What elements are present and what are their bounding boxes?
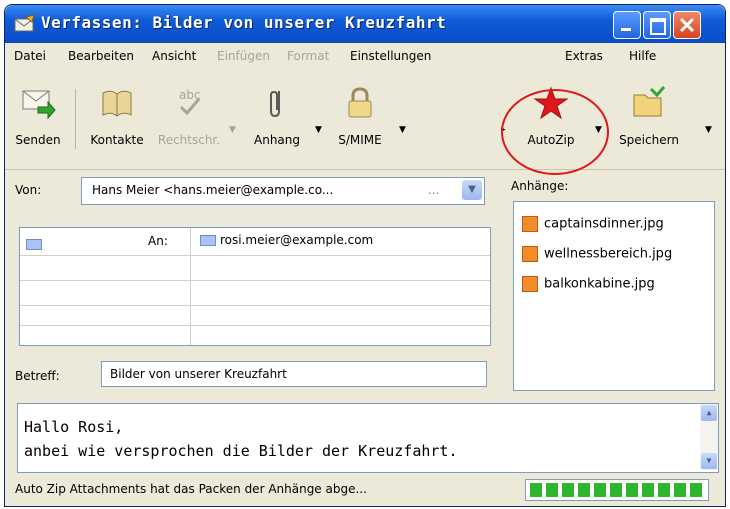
maximize-button[interactable] xyxy=(643,11,671,39)
compose-window: Verfassen: Bilder von unserer Kreuzfahrt… xyxy=(4,4,726,507)
save-dropdown-icon[interactable]: ▼ xyxy=(705,125,712,135)
menu-hilfe[interactable]: Hilfe xyxy=(629,49,656,63)
status-text: Auto Zip Attachments hat das Packen der … xyxy=(15,482,367,496)
contacts-book-icon xyxy=(102,90,132,117)
from-label: Von: xyxy=(15,183,42,197)
progress-segment xyxy=(626,483,638,497)
progress-segment xyxy=(610,483,622,497)
from-value: Hans Meier <hans.meier@example.co... xyxy=(92,183,334,197)
attachments-label: Anhänge: xyxy=(511,179,569,193)
body-scrollbar[interactable]: ▲ ▼ xyxy=(700,404,718,470)
attachment-item[interactable]: balkonkabine.jpg xyxy=(522,276,655,292)
attach-label: Anhang xyxy=(254,133,300,147)
spellcheck-button: abc Rechtschr. xyxy=(153,79,225,161)
image-file-icon xyxy=(522,216,538,232)
progress-segment xyxy=(674,483,686,497)
menu-ansicht[interactable]: Ansicht xyxy=(152,49,196,63)
menu-einfuegen: Einfügen xyxy=(217,49,270,63)
to-label: An: xyxy=(148,234,168,248)
menu-datei[interactable]: Datei xyxy=(14,49,46,63)
address-type-icon xyxy=(26,239,42,250)
paperclip-icon xyxy=(270,90,280,118)
save-folder-icon xyxy=(633,86,666,117)
subject-label: Betreff: xyxy=(15,369,60,383)
contacts-label: Kontakte xyxy=(90,133,144,147)
save-label: Speichern xyxy=(619,133,679,147)
from-dropdown-icon[interactable]: ▼ xyxy=(462,180,482,200)
progress-segment xyxy=(562,483,574,497)
progress-segment xyxy=(530,483,542,497)
compose-mail-icon xyxy=(14,15,35,32)
menu-bar: Datei Bearbeiten Ansicht Einfügen Format… xyxy=(5,43,725,69)
close-icon xyxy=(679,17,695,33)
scroll-down-icon[interactable]: ▼ xyxy=(701,453,717,469)
from-more: ... xyxy=(428,183,440,197)
autozip-highlight-ring xyxy=(501,89,609,175)
menu-bearbeiten[interactable]: Bearbeiten xyxy=(68,49,134,63)
minimize-button[interactable] xyxy=(613,11,641,39)
toolbar: Senden Kontakte abc Rechtschr. ▼ Anhang … xyxy=(5,69,725,170)
image-file-icon xyxy=(522,276,538,292)
send-label: Senden xyxy=(15,133,61,147)
smime-label: S/MIME xyxy=(338,133,382,147)
body-line-2: anbei wie versprochen die Bilder der Kre… xyxy=(24,442,458,460)
send-button[interactable]: Senden xyxy=(7,79,69,161)
attach-button[interactable]: Anhang xyxy=(241,79,313,161)
message-body[interactable]: Hallo Rosi, anbei wie versprochen die Bi… xyxy=(17,403,719,473)
image-file-icon xyxy=(522,246,538,262)
menu-einstellungen[interactable]: Einstellungen xyxy=(350,49,431,63)
contacts-button[interactable]: Kontakte xyxy=(81,79,153,161)
menu-extras[interactable]: Extras xyxy=(565,49,603,63)
spellcheck-label: Rechtschr. xyxy=(157,133,221,147)
contact-card-icon xyxy=(200,235,216,246)
smime-button[interactable]: S/MIME xyxy=(323,79,397,161)
send-icon xyxy=(22,90,56,120)
progress-segment xyxy=(578,483,590,497)
to-field[interactable]: rosi.meier@example.com xyxy=(200,233,373,247)
recipient-type-select[interactable] xyxy=(26,234,46,253)
subject-value: Bilder von unserer Kreuzfahrt xyxy=(110,367,287,381)
spellcheck-dropdown-icon: ▼ xyxy=(229,125,236,135)
title-bar: Verfassen: Bilder von unserer Kreuzfahrt xyxy=(5,5,725,43)
status-bar: Auto Zip Attachments hat das Packen der … xyxy=(5,475,725,506)
progress-bar xyxy=(525,479,709,501)
toolbar-separator xyxy=(75,89,76,149)
progress-segment xyxy=(658,483,670,497)
from-select[interactable]: Hans Meier <hans.meier@example.co... ...… xyxy=(81,177,485,205)
progress-segment xyxy=(546,483,558,497)
attachment-item[interactable]: captainsdinner.jpg xyxy=(522,216,664,232)
spellcheck-icon: abc xyxy=(179,88,201,116)
close-button[interactable] xyxy=(673,11,701,39)
attach-dropdown-icon[interactable]: ▼ xyxy=(315,125,322,135)
save-button[interactable]: Speichern xyxy=(607,79,691,161)
menu-format: Format xyxy=(287,49,330,63)
window-title: Verfassen: Bilder von unserer Kreuzfahrt xyxy=(41,13,447,32)
recipient-grid: An: rosi.meier@example.com xyxy=(19,227,491,346)
body-line-1: Hallo Rosi, xyxy=(24,418,124,436)
smime-dropdown-icon[interactable]: ▼ xyxy=(399,125,406,135)
progress-segment xyxy=(594,483,606,497)
lock-icon xyxy=(348,87,372,118)
attachment-item[interactable]: wellnessbereich.jpg xyxy=(522,246,672,262)
to-value: rosi.meier@example.com xyxy=(220,233,374,247)
progress-segment xyxy=(690,483,702,497)
attachments-list: captainsdinner.jpg wellnessbereich.jpg b… xyxy=(513,201,715,391)
subject-input[interactable]: Bilder von unserer Kreuzfahrt xyxy=(101,361,487,387)
progress-segment xyxy=(642,483,654,497)
scroll-up-icon[interactable]: ▲ xyxy=(701,405,717,421)
